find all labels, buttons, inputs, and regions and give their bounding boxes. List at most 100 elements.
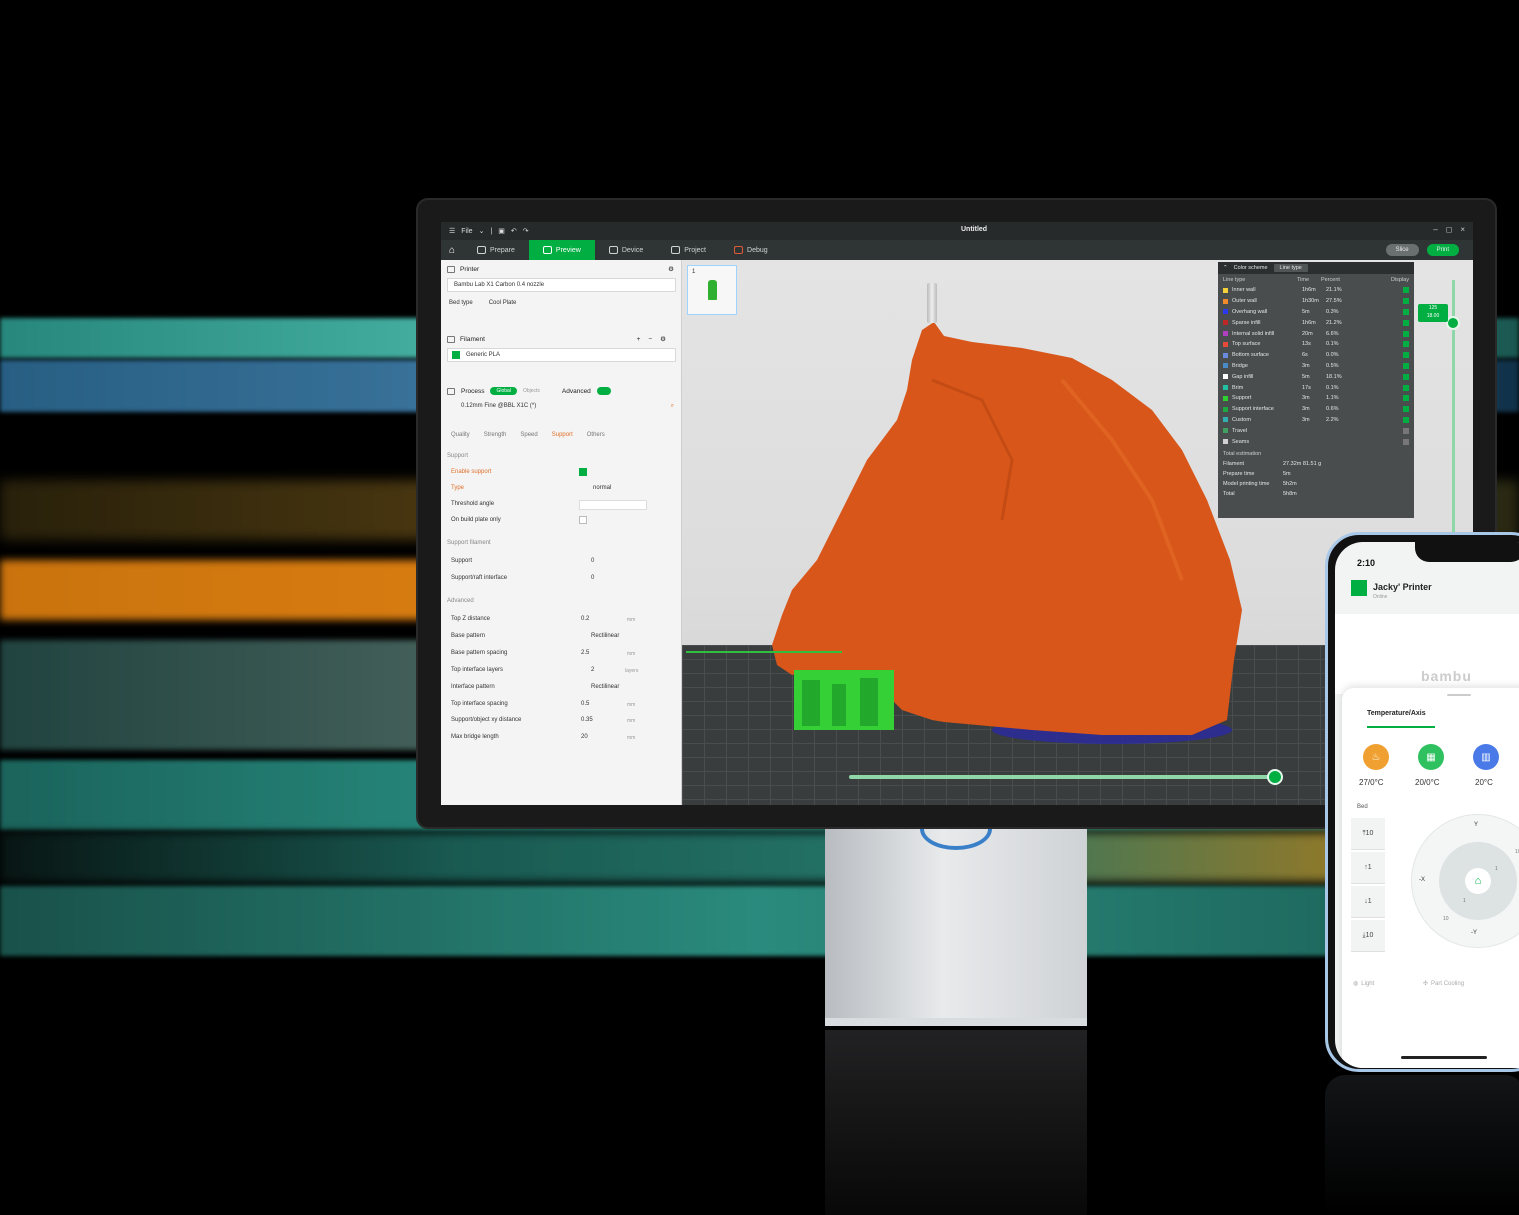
legend-row: Sparse infill 1h6m 21.2% <box>1218 317 1414 328</box>
tab-device[interactable]: Device <box>595 240 657 260</box>
bed-up-10-button[interactable]: ⤒ 10 <box>1351 818 1385 850</box>
display-checkbox[interactable] <box>1403 416 1409 423</box>
axis-step-se[interactable]: 1 <box>1495 866 1498 872</box>
sheet-handle[interactable] <box>1447 694 1471 696</box>
filament-section: Filament +−⚙ Generic PLA <box>441 332 682 364</box>
layer-slider-handle[interactable] <box>1446 316 1460 330</box>
display-checkbox[interactable] <box>1403 406 1409 413</box>
build-plate-only-checkbox[interactable] <box>579 516 587 524</box>
redo-icon[interactable]: ↷ <box>523 227 529 235</box>
adv-row-value[interactable]: 0.2 <box>581 616 589 622</box>
support-interface-select[interactable]: 0 <box>591 575 594 581</box>
display-checkbox[interactable] <box>1403 373 1409 380</box>
tab-temperature-axis[interactable]: Temperature/Axis <box>1367 710 1426 717</box>
adv-row-value[interactable]: Rectilinear <box>591 633 619 639</box>
search-icon[interactable]: ⌕ <box>671 403 674 410</box>
enable-support-checkbox[interactable] <box>579 468 587 476</box>
display-checkbox[interactable] <box>1403 352 1409 359</box>
display-checkbox[interactable] <box>1403 330 1409 337</box>
subtab-support[interactable]: Support <box>552 432 573 438</box>
maximize-icon[interactable]: ◻ <box>1446 225 1453 234</box>
nozzle-temp-icon[interactable]: ♨ <box>1363 744 1389 770</box>
subtab-speed[interactable]: Speed <box>520 432 537 438</box>
display-checkbox[interactable] <box>1403 362 1409 369</box>
subtab-quality[interactable]: Quality <box>451 432 470 438</box>
line-type-name: Bottom surface <box>1232 352 1269 359</box>
axis-neg-y[interactable]: -Y <box>1471 930 1477 936</box>
bed-down-1-button[interactable]: ↓ 1 <box>1351 886 1385 918</box>
undo-icon[interactable]: ↶ <box>511 227 517 235</box>
line-type-name: Custom <box>1232 416 1251 423</box>
tab-preview[interactable]: Preview <box>528 240 595 260</box>
part-cooling-control[interactable]: ✣ Part Cooling <box>1423 980 1464 988</box>
line-type-swatch <box>1223 352 1228 358</box>
menu-icon[interactable]: ☰ <box>449 227 455 235</box>
close-icon[interactable]: × <box>1460 225 1465 234</box>
adv-row-value[interactable]: 20 <box>581 734 588 740</box>
slice-button[interactable]: Slice <box>1385 244 1419 256</box>
subtab-strength[interactable]: Strength <box>484 432 507 438</box>
print-button[interactable]: Print <box>1426 244 1459 256</box>
filament-item[interactable]: Generic PLA <box>447 348 676 362</box>
line-type-swatch <box>1223 298 1228 304</box>
filament-controls[interactable]: +−⚙ <box>637 335 674 343</box>
home-icon[interactable]: ⌂ <box>441 240 463 260</box>
adv-row-value[interactable]: 2.5 <box>581 650 589 656</box>
adv-row-value[interactable]: 0.35 <box>581 717 593 723</box>
bed-up-1-button[interactable]: ↑ 1 <box>1351 852 1385 884</box>
support-structure <box>802 680 820 726</box>
axis-y[interactable]: Y <box>1474 822 1478 828</box>
advanced-switch[interactable] <box>596 387 611 395</box>
threshold-angle-input[interactable] <box>579 500 647 510</box>
minimize-icon[interactable]: – <box>1433 225 1437 234</box>
display-checkbox[interactable] <box>1403 384 1409 391</box>
bed-down-10-button[interactable]: ⤓ 10 <box>1351 920 1385 952</box>
adv-row-value[interactable]: 0.5 <box>581 701 589 707</box>
support-filament-select[interactable]: 0 <box>591 558 594 564</box>
axis-step-ne[interactable]: 10 <box>1515 849 1519 855</box>
settings-icon[interactable]: ⚙ <box>668 265 674 273</box>
collapse-icon[interactable]: ⌃ <box>1223 265 1228 271</box>
chamber-temp-icon[interactable]: ▥ <box>1473 744 1499 770</box>
display-checkbox[interactable] <box>1403 438 1409 445</box>
move-slider-handle[interactable] <box>1267 769 1283 785</box>
tab-project[interactable]: Project <box>657 240 720 260</box>
support-type-select[interactable]: normal <box>593 485 611 491</box>
axis-step-s[interactable]: 1 <box>1463 898 1466 904</box>
filament-header: Filament <box>460 335 485 343</box>
objects-toggle[interactable]: Objects <box>523 388 540 394</box>
global-toggle[interactable]: Global <box>490 387 517 395</box>
save-icon[interactable]: ▣ <box>498 227 505 235</box>
bed-type-select[interactable]: Cool Plate <box>489 300 517 306</box>
display-checkbox[interactable] <box>1403 341 1409 348</box>
file-menu[interactable]: File <box>461 228 472 235</box>
light-control[interactable]: ◍ Light <box>1353 980 1374 988</box>
printer-select[interactable]: Bambu Lab X1 Carbon 0.4 nozzle <box>447 278 676 292</box>
legend-row: Bottom surface 6s 0.0% <box>1218 350 1414 361</box>
tab-prepare[interactable]: Prepare <box>463 240 529 260</box>
adv-row-value[interactable]: 2 <box>591 667 594 673</box>
display-checkbox[interactable] <box>1403 298 1409 305</box>
chevron-down-icon[interactable]: ⌄ <box>479 227 485 235</box>
move-slider[interactable] <box>849 775 1279 779</box>
enable-support-label: Enable support <box>451 469 492 475</box>
display-checkbox[interactable] <box>1403 308 1409 315</box>
color-scheme-select[interactable]: Line type <box>1273 264 1308 272</box>
bed-temp-icon[interactable]: ▦ <box>1418 744 1444 770</box>
printer-name[interactable]: Jacky' Printer <box>1373 582 1432 592</box>
display-checkbox[interactable] <box>1403 395 1409 402</box>
axis-step-sw[interactable]: 10 <box>1443 916 1449 922</box>
filament-color-swatch <box>452 351 460 359</box>
plate-thumbnail[interactable]: 1 <box>687 265 737 315</box>
process-profile[interactable]: 0.12mm Fine @BBL X1C (*) ⌕ <box>441 398 682 414</box>
tab-debug[interactable]: Debug <box>720 240 782 260</box>
axis-neg-x[interactable]: -X <box>1419 877 1425 883</box>
display-checkbox[interactable] <box>1403 427 1409 434</box>
display-checkbox[interactable] <box>1403 287 1409 294</box>
subtab-others[interactable]: Others <box>587 432 605 438</box>
home-axes-icon[interactable]: ⌂ <box>1465 868 1491 894</box>
display-checkbox[interactable] <box>1403 319 1409 326</box>
line-type-name: Inner wall <box>1232 287 1256 294</box>
adv-row-value[interactable]: Rectilinear <box>591 684 619 690</box>
support-interface-label: Support/raft interface <box>451 575 508 581</box>
